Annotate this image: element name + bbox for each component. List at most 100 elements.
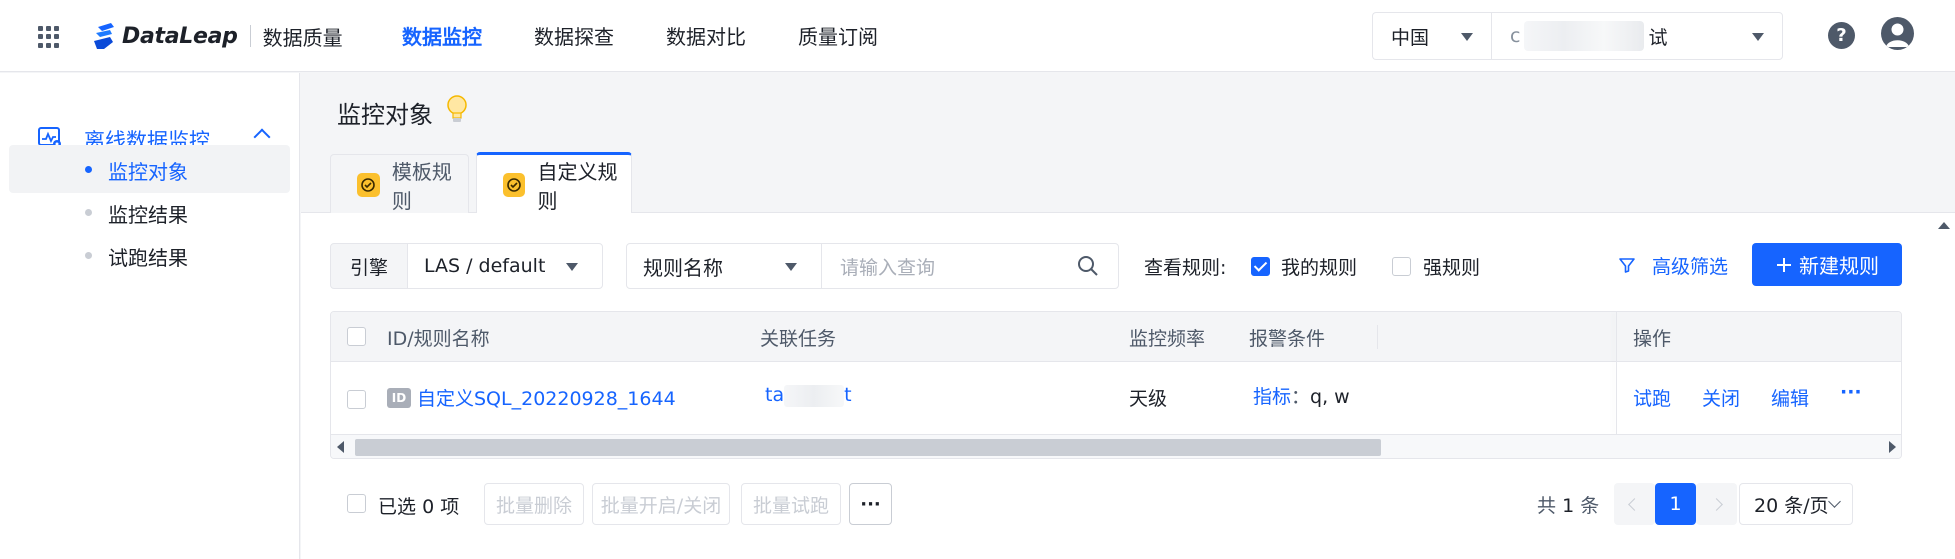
- column-header: 关联任务: [760, 328, 837, 350]
- scroll-right-icon[interactable]: [1889, 441, 1896, 453]
- column-header: 报警条件: [1249, 328, 1326, 350]
- engine-select[interactable]: LAS / default: [407, 243, 603, 289]
- table-header: ID/规则名称 关联任务 监控频率 报警条件 操作: [331, 312, 1901, 362]
- column-header: ID/规则名称: [387, 328, 490, 350]
- app-grid-icon[interactable]: [38, 26, 60, 48]
- table-footer: 已选 0 项 批量删除 批量开启/关闭 批量试跑 ··· 共 1 条 1 20 …: [330, 483, 1902, 527]
- rule-tabs: 模板规则 自定义规则: [301, 151, 1955, 214]
- main-content: 监控对象 模板规则 自定义规则 引擎 LAS / default 规则名称 请输…: [301, 73, 1955, 559]
- total-count: 1: [1562, 495, 1575, 517]
- footer-select-all-checkbox[interactable]: [347, 494, 366, 513]
- selected-count: 0: [422, 496, 435, 518]
- row-checkbox[interactable]: [347, 390, 366, 409]
- sidebar-item-monitor-results[interactable]: 监控结果: [9, 188, 290, 236]
- bullet-dot: [85, 252, 92, 259]
- project-select[interactable]: c 试: [1491, 12, 1783, 60]
- sidebar-item-label: 监控结果: [108, 203, 188, 227]
- more-batch-actions-button[interactable]: ···: [849, 483, 892, 525]
- horizontal-scrollbar[interactable]: [331, 434, 1901, 458]
- select-all-checkbox[interactable]: [347, 327, 366, 346]
- sidebar-item-trial-results[interactable]: 试跑结果: [9, 231, 290, 279]
- search-input[interactable]: 请输入查询: [821, 243, 1119, 289]
- sidebar-item-label: 监控对象: [108, 160, 188, 184]
- region-value: 中国: [1391, 26, 1430, 49]
- alarm-metric-label[interactable]: 指标: [1253, 386, 1291, 408]
- caret-down-icon: [1461, 33, 1473, 41]
- redacted-mask: [784, 384, 845, 407]
- nav-item-data-monitor[interactable]: 数据监控: [402, 0, 482, 72]
- task-prefix: ta: [765, 384, 785, 406]
- strong-rules-checkbox[interactable]: [1392, 257, 1411, 276]
- rule-badge-icon: [503, 172, 526, 197]
- next-page-button[interactable]: [1696, 483, 1737, 525]
- plus-icon: [1777, 257, 1791, 272]
- total-prefix: 共: [1537, 495, 1557, 517]
- project-value-prefix: c: [1510, 25, 1521, 47]
- new-rule-label: 新建规则: [1799, 254, 1879, 278]
- dataleap-logo-icon: [94, 23, 114, 49]
- rule-badge-icon: [357, 172, 380, 197]
- page-number-button[interactable]: 1: [1655, 483, 1696, 525]
- close-rule-button[interactable]: 关闭: [1702, 384, 1740, 411]
- nav-item-data-explore[interactable]: 数据探查: [534, 0, 614, 72]
- batch-trial-run-button[interactable]: 批量试跑: [741, 483, 841, 525]
- selected-count-text: 已选 0 项: [378, 492, 459, 519]
- batch-delete-button[interactable]: 批量删除: [484, 483, 584, 525]
- scrollbar-thumb[interactable]: [355, 439, 1381, 456]
- engine-label: 引擎: [330, 243, 408, 289]
- logo-divider: [249, 25, 251, 47]
- lightbulb-icon[interactable]: [446, 95, 468, 125]
- bullet-dot: [85, 166, 92, 173]
- sidebar: 离线数据监控 监控对象 监控结果 试跑结果: [0, 73, 300, 559]
- tab-label: 模板规则: [391, 159, 452, 213]
- engine-value: LAS / default: [424, 255, 546, 277]
- column-header: 监控频率: [1129, 328, 1206, 350]
- chevron-right-icon: [1710, 497, 1723, 511]
- batch-toggle-button[interactable]: 批量开启/关闭: [592, 483, 730, 525]
- nav-item-data-compare[interactable]: 数据对比: [666, 0, 746, 72]
- view-rules-label: 查看规则:: [1144, 257, 1227, 279]
- related-task-link[interactable]: ta t: [765, 384, 852, 407]
- nav-item-quality-subscribe[interactable]: 质量订阅: [798, 0, 878, 72]
- scroll-left-icon[interactable]: [337, 441, 344, 453]
- sidebar-item-monitor-objects[interactable]: 监控对象: [9, 145, 290, 193]
- rules-panel: 引擎 LAS / default 规则名称 请输入查询 查看规则: 我的规则 强…: [301, 213, 1955, 559]
- help-icon[interactable]: ?: [1828, 22, 1855, 49]
- tab-template-rules[interactable]: 模板规则: [330, 154, 469, 214]
- more-actions-icon[interactable]: ···: [1840, 381, 1862, 403]
- prev-page-button[interactable]: [1614, 483, 1655, 525]
- tab-custom-rules[interactable]: 自定义规则: [476, 152, 632, 214]
- top-nav: 数据监控 数据探查 数据对比 质量订阅: [402, 0, 930, 72]
- rules-table: ID/规则名称 关联任务 监控频率 报警条件 操作 ID 自定义SQL_2022…: [330, 311, 1902, 459]
- page-scroll-up-icon[interactable]: [1938, 222, 1950, 229]
- rule-name-link[interactable]: 自定义SQL_20220928_1644: [417, 384, 676, 411]
- task-suffix: t: [844, 384, 852, 406]
- region-select[interactable]: 中国: [1372, 12, 1492, 60]
- tab-label: 自定义规则: [537, 159, 618, 213]
- selected-suffix: 项: [440, 496, 460, 518]
- caret-down-icon: [566, 263, 578, 271]
- table-row: ID 自定义SQL_20220928_1644 ta t 天级 指标：q, w 试…: [331, 362, 1901, 434]
- page-size-select[interactable]: 20 条/页: [1739, 483, 1853, 525]
- page-title: 监控对象: [337, 101, 433, 129]
- edit-rule-button[interactable]: 编辑: [1771, 384, 1809, 411]
- advanced-filter-button[interactable]: 高级筛选: [1618, 245, 1728, 285]
- new-rule-button[interactable]: 新建规则: [1752, 243, 1902, 286]
- alarm-value: q, w: [1310, 386, 1350, 408]
- user-icon: [1886, 23, 1909, 47]
- my-rules-checkbox[interactable]: [1251, 257, 1270, 276]
- total-suffix: 条: [1580, 495, 1600, 517]
- frequency-cell: 天级: [1129, 388, 1168, 410]
- my-rules-label: 我的规则: [1281, 257, 1358, 279]
- avatar[interactable]: [1881, 17, 1914, 50]
- logo[interactable]: DataLeap 数据质量: [92, 20, 343, 52]
- search-placeholder: 请输入查询: [840, 256, 936, 279]
- search-field-select[interactable]: 规则名称: [626, 243, 822, 289]
- id-badge-icon[interactable]: ID: [387, 388, 411, 408]
- strong-rules-label: 强规则: [1423, 257, 1481, 279]
- product-name: 数据质量: [262, 25, 343, 50]
- trial-run-button[interactable]: 试跑: [1633, 384, 1671, 411]
- chevron-left-icon: [1628, 497, 1641, 511]
- top-bar: DataLeap 数据质量 数据监控 数据探查 数据对比 质量订阅 中国 c 试…: [0, 0, 1955, 72]
- search-icon[interactable]: [1077, 255, 1099, 277]
